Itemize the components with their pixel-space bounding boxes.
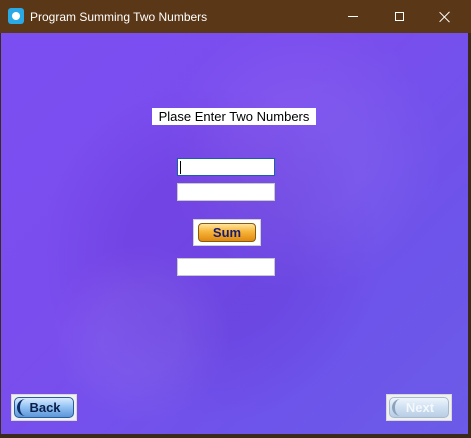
app-window: Program Summing Two Numbers Plase Enter …: [0, 0, 471, 438]
minimize-button[interactable]: [330, 0, 376, 33]
app-icon: [8, 8, 24, 24]
sum-button-frame: Sum: [193, 219, 261, 246]
next-button-label: Next: [405, 400, 435, 415]
back-button-face: Back: [14, 397, 74, 418]
back-button-label: Back: [29, 400, 61, 415]
first-number-input[interactable]: [177, 158, 275, 176]
minimize-icon: [348, 16, 358, 17]
title-bar[interactable]: Program Summing Two Numbers: [0, 0, 471, 33]
next-button[interactable]: Next: [386, 394, 452, 421]
maximize-icon: [394, 12, 404, 21]
back-button[interactable]: Back: [11, 394, 77, 421]
text-caret: [180, 161, 181, 174]
form-area: Plase Enter Two Numbers Sum Back Next: [1, 33, 468, 434]
instruction-label: Plase Enter Two Numbers: [152, 108, 316, 125]
close-button[interactable]: [422, 0, 468, 33]
close-icon: [439, 11, 451, 23]
sum-button[interactable]: Sum: [198, 223, 256, 242]
maximize-button[interactable]: [376, 0, 422, 33]
result-output[interactable]: [177, 258, 275, 276]
second-number-input[interactable]: [177, 183, 275, 201]
window-title: Program Summing Two Numbers: [30, 10, 208, 24]
next-button-face: Next: [389, 397, 449, 418]
